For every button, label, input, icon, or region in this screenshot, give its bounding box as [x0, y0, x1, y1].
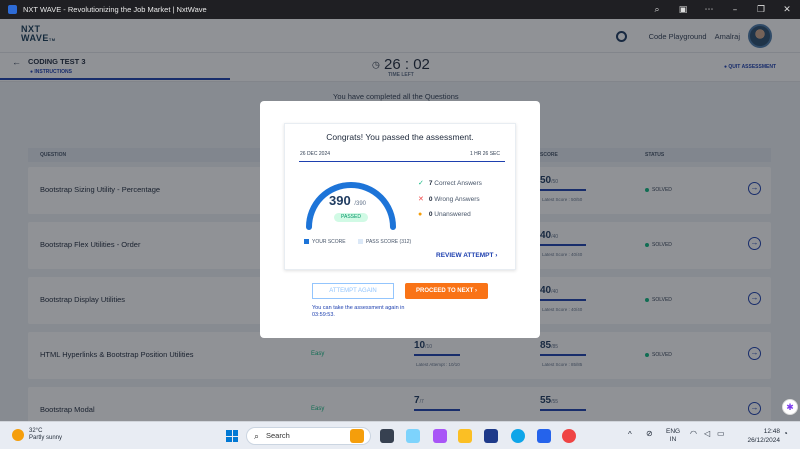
legend-pass-score: PASS SCORE (312)	[358, 239, 411, 245]
score-total: /390	[354, 201, 367, 207]
proceed-next-button[interactable]: PROCEED TO NEXT ›	[405, 283, 488, 299]
correct-answers: ✓ 7 Correct Answers	[418, 179, 482, 187]
minimize-icon[interactable]: –	[722, 5, 748, 15]
wrong-answers: ✕ 0 Wrong Answers	[418, 195, 480, 203]
weather-sun-icon	[12, 429, 24, 441]
window-titlebar: NXT WAVE - Revolutionizing the Job Marke…	[0, 0, 800, 19]
cross-icon: ✕	[418, 196, 424, 203]
weather-widget[interactable]: 32°C Partly sunny	[12, 428, 62, 442]
chat-bubble-icon[interactable]: ✱	[782, 399, 798, 415]
window-title: NXT WAVE - Revolutionizing the Job Marke…	[23, 5, 207, 14]
legend-swatch-icon	[358, 239, 363, 245]
vscode-icon[interactable]	[537, 429, 551, 443]
review-attempt-link[interactable]: REVIEW ATTEMPT ›	[436, 252, 497, 259]
chrome-icon[interactable]	[562, 429, 576, 443]
lang-code: ENG	[666, 428, 681, 435]
attempt-again-button[interactable]: ATTEMPT AGAIN	[312, 283, 394, 299]
clock[interactable]: 12:48 26/12/2024	[738, 427, 780, 445]
notification-bell-icon[interactable]: ◔	[783, 429, 788, 438]
legend-your-score: YOUR SCORE	[304, 239, 346, 245]
score-value: 390 /390	[329, 193, 366, 208]
attempt-duration: 1 HR 26 SEC	[469, 151, 500, 157]
check-icon: ✓	[418, 180, 424, 187]
battery-icon[interactable]: ▭	[717, 429, 725, 438]
unanswered: ● 0 Unanswered	[418, 211, 471, 218]
volume-icon[interactable]: ◁	[704, 429, 710, 438]
chevron-up-icon[interactable]: ^	[628, 430, 632, 439]
chevron-right-icon: ›	[474, 288, 477, 294]
restore-icon[interactable]: ❐	[748, 5, 774, 15]
passed-badge: PASSED	[334, 213, 368, 222]
unanswered-label: Unanswered	[434, 211, 471, 218]
close-icon[interactable]: ✕	[774, 5, 800, 15]
card-divider	[299, 161, 505, 162]
chevron-right-icon: ›	[495, 252, 498, 259]
copilot-icon[interactable]	[433, 429, 447, 443]
retake-note: You can take the assessment again in 03:…	[312, 305, 405, 318]
congrats-title: Congrats! You passed the assessment.	[326, 132, 474, 142]
taskbar: 32°CPartly sunny Search ^ ⊘ ENGIN ◠ ◁ ▭ …	[0, 421, 800, 449]
clock-time: 12:48	[763, 428, 780, 435]
result-modal: Congrats! You passed the assessment. 26 …	[260, 101, 540, 338]
correct-count: 7	[428, 180, 433, 187]
wrong-count: 0	[428, 196, 433, 203]
clock-date: 26/12/2024	[747, 437, 780, 444]
lang-region: IN	[669, 436, 677, 443]
folder-icon[interactable]	[458, 429, 472, 443]
favicon-icon	[8, 5, 17, 14]
legend-swatch-icon	[304, 239, 309, 245]
wrong-label: Wrong Answers	[434, 196, 480, 203]
app-icon[interactable]: ▣	[670, 5, 696, 15]
zoom-icon[interactable]: ⌕	[644, 5, 670, 15]
result-card: Congrats! You passed the assessment. 26 …	[284, 123, 516, 270]
edge-icon[interactable]	[511, 429, 525, 443]
task-view-icon[interactable]	[380, 429, 394, 443]
language-indicator[interactable]: ENG IN	[666, 428, 680, 444]
weather-desc: Partly sunny	[29, 435, 63, 441]
legend-pass-score-label: PASS SCORE (312)	[366, 239, 412, 245]
weather-temp: 32°C	[29, 428, 43, 434]
attempt-date: 26 DEC 2024	[300, 151, 331, 157]
file-explorer-icon[interactable]	[406, 429, 420, 443]
score-number: 390	[329, 193, 351, 208]
more-icon[interactable]: ⋯	[696, 5, 722, 15]
correct-label: Correct Answers	[434, 180, 482, 187]
nxtwave-app-icon[interactable]	[484, 429, 498, 443]
unanswered-count: 0	[428, 211, 433, 218]
review-label: REVIEW ATTEMPT	[436, 252, 494, 259]
network-off-icon[interactable]: ⊘	[646, 429, 653, 438]
dot-icon: ●	[418, 211, 423, 218]
wifi-icon[interactable]: ◠	[690, 429, 697, 438]
widgets-icon[interactable]	[350, 429, 364, 443]
proceed-label: PROCEED TO NEXT	[416, 288, 474, 294]
legend-your-score-label: YOUR SCORE	[312, 239, 346, 245]
windows-start-icon[interactable]	[226, 430, 238, 442]
